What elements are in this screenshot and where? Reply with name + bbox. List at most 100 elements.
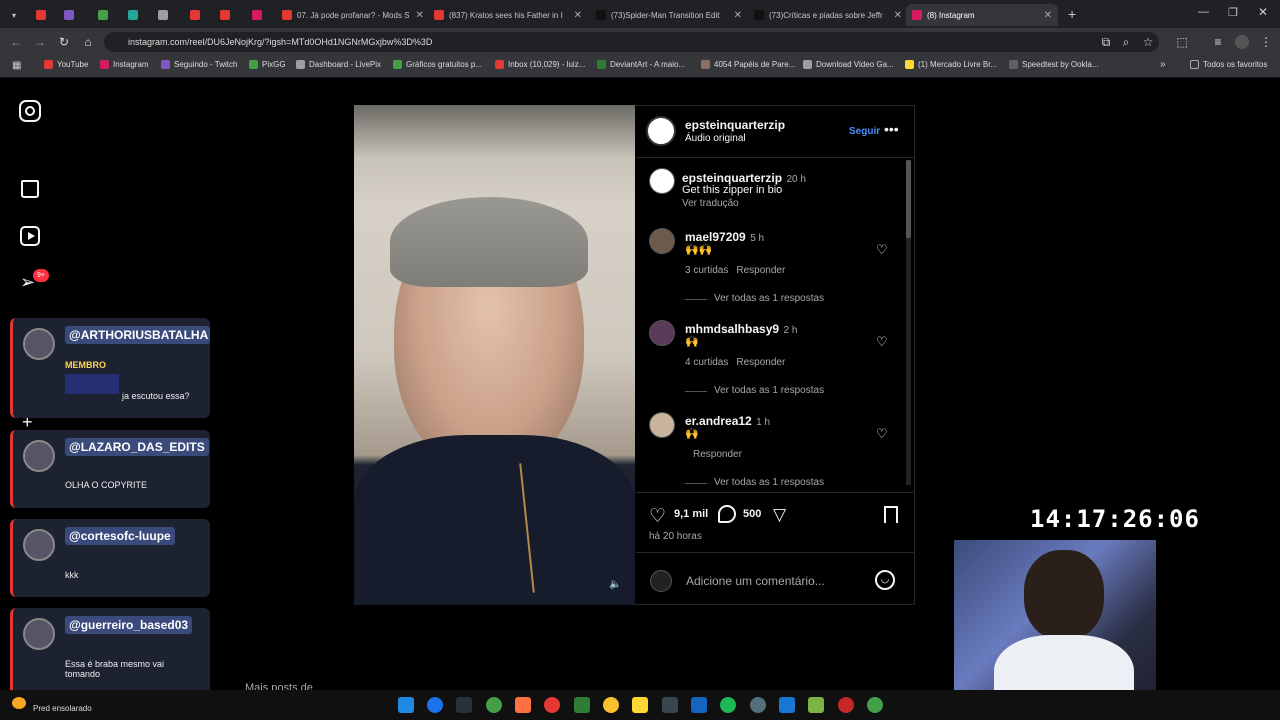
view-replies-link[interactable]: Ver todas as 1 respostas	[714, 477, 824, 488]
close-tab-icon[interactable]: ✕	[728, 10, 742, 21]
obs-icon[interactable]	[750, 697, 766, 713]
bookmark-item[interactable]: Speedtest by Ookla...	[1009, 60, 1099, 69]
browser-tab[interactable]	[30, 4, 52, 26]
close-tab-icon[interactable]: ✕	[410, 10, 424, 21]
follow-button[interactable]: Seguir	[849, 126, 880, 137]
commenter-avatar[interactable]	[649, 228, 675, 254]
author-avatar[interactable]	[646, 116, 676, 146]
comment-username[interactable]: mhmdsalhbasy9	[685, 322, 779, 336]
bookmark-item[interactable]: Dashboard - LivePix	[296, 60, 381, 69]
weather-text[interactable]: Pred ensolarado	[33, 704, 92, 713]
comments-scrollbar[interactable]	[906, 160, 911, 485]
add-comment-input[interactable]: Adicione um comentário...	[686, 574, 825, 588]
bookmark-star-icon[interactable]: ☆	[1140, 34, 1156, 50]
view-replies-link[interactable]: Ver todas as 1 respostas	[714, 385, 824, 396]
app-icon-3[interactable]	[808, 697, 824, 713]
steam-icon[interactable]	[456, 697, 472, 713]
app-icon-4[interactable]	[838, 697, 854, 713]
volume-icon[interactable]: 🔈	[609, 579, 621, 590]
reload-icon[interactable]: ↻	[56, 34, 72, 50]
home-icon[interactable]: ⌂	[80, 34, 96, 50]
bookmark-item[interactable]: 4054 Papéis de Pare...	[701, 60, 795, 69]
browser-tab[interactable]	[214, 4, 236, 26]
notepad-icon[interactable]	[691, 697, 707, 713]
comment-like-icon[interactable]: ♡	[876, 334, 888, 350]
browser-tab[interactable]	[152, 4, 174, 26]
pinterest-icon[interactable]	[544, 697, 560, 713]
app-icon-2[interactable]	[779, 697, 795, 713]
comment-icon[interactable]	[718, 505, 736, 523]
chrome-icon[interactable]	[603, 697, 619, 713]
profile-avatar[interactable]	[1235, 35, 1249, 49]
vlc-icon[interactable]	[515, 697, 531, 713]
caption-avatar[interactable]	[649, 168, 675, 194]
bookmark-item[interactable]: (1) Mercado Livre Br...	[905, 60, 997, 69]
media-icon[interactable]: ≡	[1210, 34, 1226, 50]
bookmark-item[interactable]: PixGG	[249, 60, 286, 69]
save-icon[interactable]	[884, 506, 898, 523]
bookmark-item[interactable]: Download Video Ga...	[803, 60, 894, 69]
minimize-button[interactable]: —	[1198, 6, 1209, 18]
apps-icon[interactable]: ▦	[12, 60, 21, 71]
comment-like-icon[interactable]: ♡	[876, 426, 888, 442]
comment-like-icon[interactable]: ♡	[876, 242, 888, 258]
chrome-active-icon[interactable]	[867, 697, 883, 713]
extensions-icon[interactable]: ⬚	[1174, 34, 1190, 50]
capcut-icon[interactable]	[662, 697, 678, 713]
reply-button[interactable]: Responder	[693, 449, 742, 460]
new-tab-button[interactable]: +	[1068, 6, 1076, 22]
comment-username[interactable]: er.andrea12	[685, 414, 752, 428]
back-icon[interactable]: ←	[8, 34, 24, 50]
browser-tab[interactable]	[246, 4, 268, 26]
close-window-button[interactable]: ✕	[1258, 5, 1268, 19]
browser-tab[interactable]	[184, 4, 206, 26]
audio-label[interactable]: Áudio original	[685, 133, 746, 144]
maximize-button[interactable]: ❐	[1228, 6, 1238, 19]
share-icon[interactable]: ▽	[773, 505, 786, 525]
bookmark-item[interactable]: Instagram	[100, 60, 149, 69]
home-nav-icon[interactable]	[21, 180, 39, 198]
instagram-logo-icon[interactable]	[19, 100, 41, 122]
bookmark-item[interactable]: Gráficos gratuitos p...	[393, 60, 482, 69]
app-icon[interactable]	[574, 697, 590, 713]
address-bar[interactable]: instagram.com/reel/DU6JeNojKrg/?igsh=MTd…	[104, 32, 1159, 52]
browser-tab[interactable]: 07. Já pode profanar? - Mods S ✕	[276, 4, 426, 26]
browser-tab[interactable]: (8) Instagram ✕	[906, 4, 1058, 26]
close-tab-icon[interactable]: ✕	[888, 10, 902, 21]
tab-menu-button[interactable]: ▾	[6, 4, 22, 26]
spotify-icon[interactable]	[720, 697, 736, 713]
comment-username[interactable]: mael97209	[685, 230, 746, 244]
edge-icon[interactable]	[427, 697, 443, 713]
more-options-icon[interactable]: •••	[884, 121, 899, 137]
weather-icon[interactable]	[12, 697, 26, 709]
reply-button[interactable]: Responder	[736, 265, 785, 276]
bookmark-item[interactable]: Inbox (10,029) - luiz...	[495, 60, 585, 69]
emoji-icon[interactable]: ◡	[875, 570, 895, 590]
zoom-icon[interactable]: ⌕	[1118, 34, 1134, 50]
author-username[interactable]: epsteinquarterzip	[685, 118, 785, 132]
close-tab-icon[interactable]: ✕	[568, 10, 582, 21]
folder-icon[interactable]	[632, 697, 648, 713]
caption-username[interactable]: epsteinquarterzip	[682, 171, 782, 185]
comment-likes[interactable]: 3 curtidas	[685, 265, 728, 276]
reel-video[interactable]: 🔈	[354, 105, 635, 605]
commenter-avatar[interactable]	[649, 320, 675, 346]
install-icon[interactable]: ⧉	[1098, 34, 1114, 50]
browser-tab[interactable]: (73)Críticas e piadas sobre Jeffr ✕	[748, 4, 908, 26]
translate-link[interactable]: Ver tradução	[682, 198, 739, 209]
menu-icon[interactable]: ⋮	[1258, 34, 1274, 50]
view-replies-link[interactable]: Ver todas as 1 respostas	[714, 293, 824, 304]
reels-nav-icon[interactable]	[20, 226, 40, 246]
browser-tab[interactable]: (837) Kratos sees his Father in I ✕	[428, 4, 588, 26]
forward-icon[interactable]: →	[32, 34, 48, 50]
reply-button[interactable]: Responder	[736, 357, 785, 368]
commenter-avatar[interactable]	[649, 412, 675, 438]
comment-likes[interactable]: 4 curtidas	[685, 357, 728, 368]
bookmark-item[interactable]: Seguindo - Twitch	[161, 60, 237, 69]
bookmark-item[interactable]: DeviantArt - A maio...	[597, 60, 685, 69]
all-bookmarks-button[interactable]: Todos os favoritos	[1190, 60, 1267, 69]
browser-tab[interactable]: (73)Spider-Man Transition Edit ✕	[590, 4, 748, 26]
bookmark-item[interactable]: YouTube	[44, 60, 88, 69]
like-icon[interactable]: ♡	[649, 505, 666, 528]
browser-tab[interactable]	[58, 4, 80, 26]
